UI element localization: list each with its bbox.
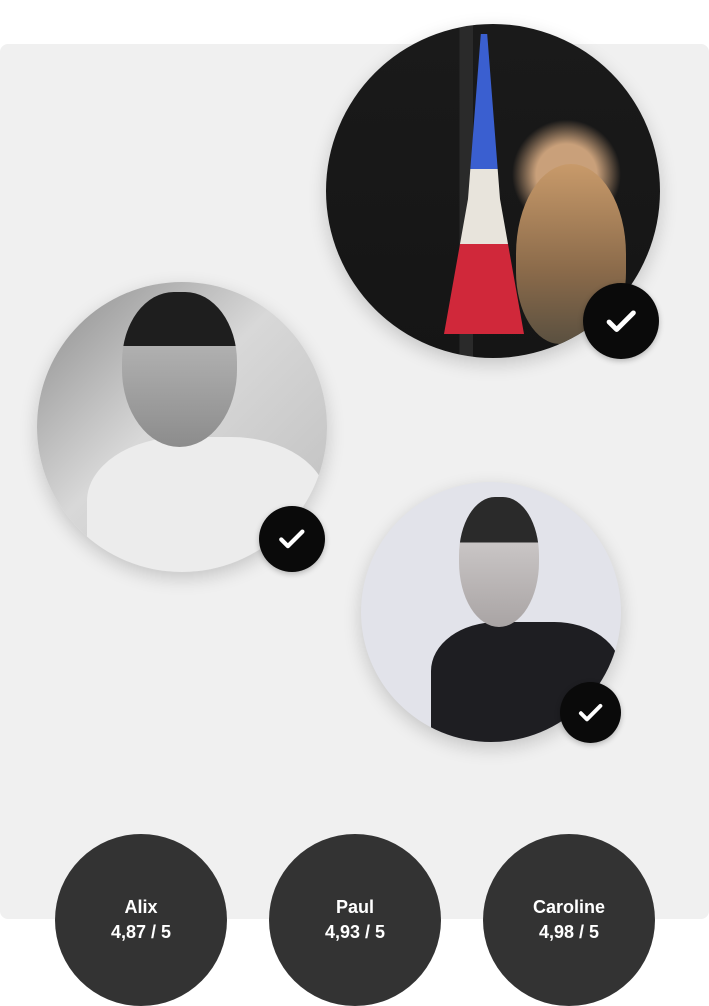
eiffel-tower xyxy=(444,34,524,334)
verified-check-icon xyxy=(560,682,621,743)
verified-check-icon xyxy=(259,506,325,572)
profile-name: Alix xyxy=(124,897,158,917)
profile-name: Paul xyxy=(335,897,374,917)
profile-rating: 4,93 / 5 xyxy=(324,922,386,942)
score-card-alix[interactable]: Alix 4,87 / 5 xyxy=(55,834,227,1006)
verified-check-icon xyxy=(583,283,659,359)
person-head xyxy=(459,497,539,627)
profile-rating: 4,98 / 5 xyxy=(538,922,600,942)
person-head xyxy=(122,292,237,447)
score-card-caroline[interactable]: Caroline 4,98 / 5 xyxy=(483,834,655,1006)
score-card-paul[interactable]: Paul 4,93 / 5 xyxy=(269,834,441,1006)
profile-rating: 4,87 / 5 xyxy=(110,922,172,942)
profile-name: Caroline xyxy=(532,897,606,917)
